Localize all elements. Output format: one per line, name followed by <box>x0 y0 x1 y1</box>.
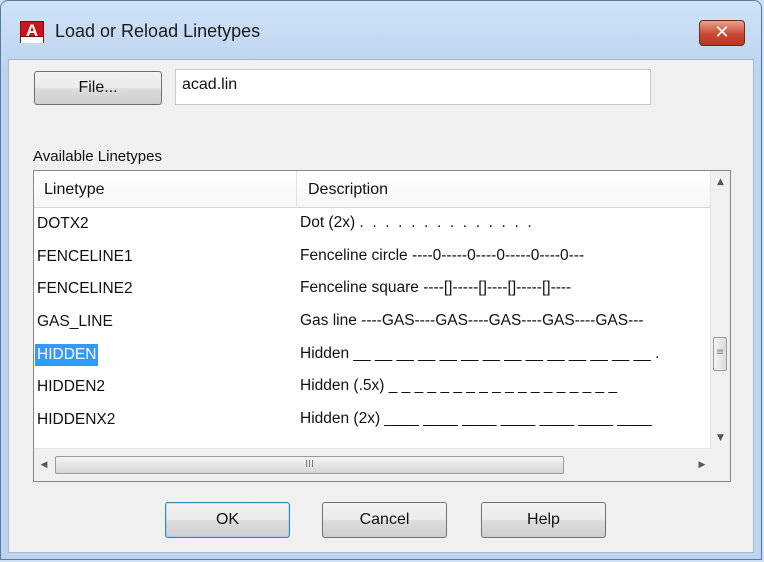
list-item[interactable]: FENCELINE1 Fenceline circle ----0-----0-… <box>34 241 712 274</box>
horizontal-scrollbar[interactable]: ◀ III ▶ <box>34 448 712 481</box>
file-button[interactable]: File... <box>34 71 162 105</box>
window-title: Load or Reload Linetypes <box>55 21 261 41</box>
horizontal-scroll-thumb[interactable]: III <box>55 456 564 474</box>
linetype-description: Hidden (2x) ____ ____ ____ ____ ____ ___… <box>300 410 652 428</box>
scrollbar-corner <box>711 449 730 481</box>
list-item-selected[interactable]: HIDDEN Hidden __ __ __ __ __ __ __ __ __… <box>34 339 712 372</box>
list-item[interactable]: HIDDENX2 Hidden (2x) ____ ____ ____ ____… <box>34 404 712 437</box>
list-item[interactable]: DOTX2 Dot (2x) . . . . . . . . . . . . .… <box>34 208 712 241</box>
scroll-left-arrow-icon[interactable]: ◀ <box>34 449 54 481</box>
list-item[interactable]: GAS_LINE Gas line ----GAS----GAS----GAS-… <box>34 306 712 339</box>
autocad-app-icon: A <box>20 21 44 43</box>
close-button[interactable]: ✕ <box>699 20 745 46</box>
linetype-description: Hidden (.5x) _ _ _ _ _ _ _ _ _ _ _ _ _ _… <box>300 377 618 395</box>
vertical-scrollbar[interactable]: ▲ ≡ ▼ <box>710 171 730 449</box>
linetype-description: Hidden __ __ __ __ __ __ __ __ __ __ __ … <box>300 344 660 362</box>
vertical-scroll-thumb[interactable]: ≡ <box>713 337 727 371</box>
list-item[interactable]: FENCELINE2 Fenceline square ----[]-----[… <box>34 273 712 306</box>
linetype-description: Fenceline square ----[]-----[]----[]----… <box>300 279 572 297</box>
list-item[interactable]: HIDDEN2 Hidden (.5x) _ _ _ _ _ _ _ _ _ _… <box>34 371 712 404</box>
dialog-window: A Load or Reload Linetypes ✕ File... aca… <box>0 0 762 560</box>
available-linetypes-label: Available Linetypes <box>33 148 162 165</box>
cancel-button[interactable]: Cancel <box>322 502 447 538</box>
linetype-name: HIDDEN <box>35 343 99 366</box>
linetype-name: GAS_LINE <box>37 313 113 331</box>
linetype-name: HIDDENX2 <box>37 411 116 429</box>
linetype-name: FENCELINE2 <box>37 280 133 298</box>
linetype-name: FENCELINE1 <box>37 247 133 265</box>
linetype-description: Fenceline circle ----0-----0----0-----0-… <box>300 246 585 264</box>
file-name-field[interactable]: acad.lin <box>175 69 651 105</box>
scroll-up-arrow-icon[interactable]: ▲ <box>711 173 730 191</box>
column-header-description[interactable]: Description <box>298 171 712 207</box>
linetype-description: Dot (2x) . . . . . . . . . . . . . . <box>300 214 532 231</box>
title-bar[interactable]: A Load or Reload Linetypes ✕ <box>1 1 761 59</box>
list-header: Linetype Description <box>34 171 712 208</box>
scroll-down-arrow-icon[interactable]: ▼ <box>711 429 730 447</box>
list-rows: DOTX2 Dot (2x) . . . . . . . . . . . . .… <box>34 208 712 437</box>
dialog-client-area: File... acad.lin Available Linetypes Lin… <box>8 59 754 553</box>
linetype-list[interactable]: Linetype Description DOTX2 Dot (2x) . . … <box>33 170 731 482</box>
linetype-description: Gas line ----GAS----GAS----GAS----GAS---… <box>300 312 644 330</box>
linetype-name: DOTX2 <box>37 215 89 232</box>
column-header-linetype[interactable]: Linetype <box>34 171 297 207</box>
ok-button[interactable]: OK <box>165 502 290 538</box>
linetype-name: HIDDEN2 <box>37 378 106 396</box>
scroll-right-arrow-icon[interactable]: ▶ <box>692 449 712 481</box>
help-button[interactable]: Help <box>481 502 606 538</box>
